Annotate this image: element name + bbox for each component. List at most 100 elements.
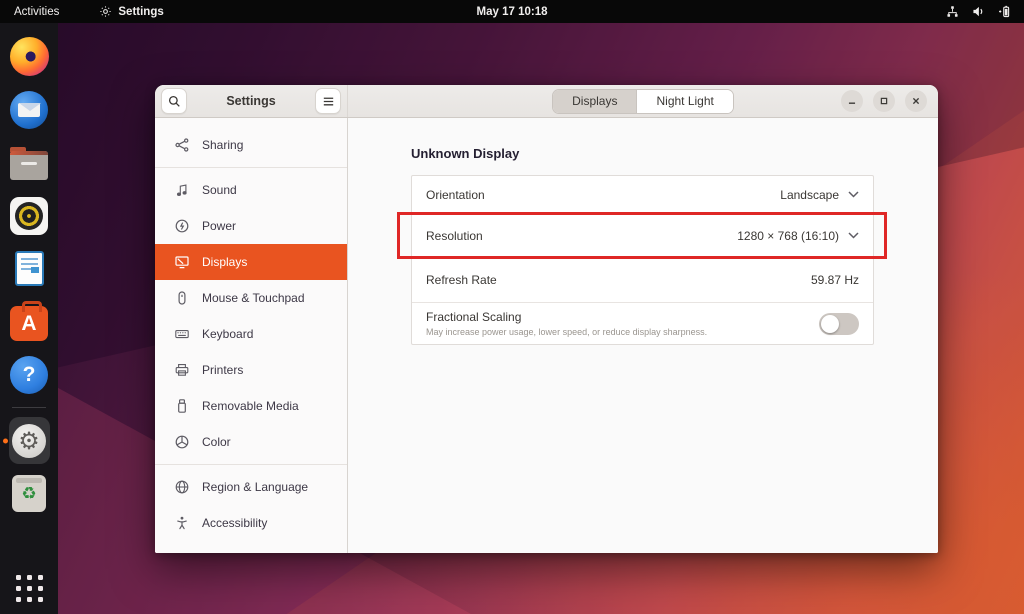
network-icon <box>945 4 960 19</box>
removable-media-icon <box>174 398 190 414</box>
sidebar-label: Mouse & Touchpad <box>202 291 305 305</box>
help-icon: ? <box>10 356 48 394</box>
resolution-label: Resolution <box>426 229 483 243</box>
sidebar-item-users[interactable]: Users <box>155 541 347 553</box>
files-icon <box>10 151 48 180</box>
desktop: Activities Settings May 17 10:18 A ? ⚙ ♻ <box>0 0 1024 614</box>
tab-night-light[interactable]: Night Light <box>636 90 732 113</box>
dock-item-rhythmbox[interactable] <box>9 195 50 236</box>
close-icon <box>909 94 923 108</box>
orientation-value: Landscape <box>780 188 839 202</box>
maximize-icon <box>877 94 891 108</box>
headerbar: Settings Displays Night Light <box>155 85 938 118</box>
chevron-down-icon <box>848 191 859 198</box>
fractional-scaling-label: Fractional Scaling <box>426 310 707 324</box>
top-bar: Activities Settings May 17 10:18 <box>0 0 1024 23</box>
sidebar-label: Displays <box>202 255 247 269</box>
sharing-icon <box>174 137 190 153</box>
headerbar-sidebar-section: Settings <box>155 85 348 117</box>
sidebar-item-mouse-touchpad[interactable]: Mouse & Touchpad <box>155 280 347 316</box>
display-settings-list: Orientation Landscape Resolution 1280 × … <box>411 175 874 345</box>
sidebar-label: Sound <box>202 183 237 197</box>
sidebar-item-sound[interactable]: Sound <box>155 172 347 208</box>
sidebar-label: Removable Media <box>202 399 299 413</box>
fractional-scaling-subtitle: May increase power usage, lower speed, o… <box>426 327 707 337</box>
sidebar-item-color[interactable]: Color <box>155 424 347 460</box>
dock-item-ubuntu-software[interactable]: A <box>9 301 50 342</box>
search-button[interactable] <box>161 88 187 114</box>
users-icon <box>174 551 190 553</box>
sidebar-label: Region & Language <box>202 480 308 494</box>
battery-icon <box>997 4 1012 19</box>
gear-icon <box>99 5 112 18</box>
fractional-scaling-toggle[interactable] <box>819 313 859 335</box>
color-icon <box>174 434 190 450</box>
dock-item-files[interactable] <box>9 142 50 183</box>
sidebar-label: Keyboard <box>202 327 253 341</box>
firefox-icon <box>10 37 49 76</box>
volume-icon <box>971 4 986 19</box>
refresh-rate-label: Refresh Rate <box>426 273 497 287</box>
sidebar-item-sharing[interactable]: Sharing <box>155 127 347 163</box>
clock[interactable]: May 17 10:18 <box>477 6 548 18</box>
libreoffice-writer-icon <box>15 251 44 286</box>
sidebar-item-printers[interactable]: Printers <box>155 352 347 388</box>
dock-item-help[interactable]: ? <box>9 354 50 395</box>
dock-item-thunderbird[interactable] <box>9 89 50 130</box>
mouse-icon <box>174 290 190 306</box>
power-icon <box>174 218 190 234</box>
show-applications-button[interactable] <box>16 575 43 602</box>
chevron-down-icon <box>848 232 859 239</box>
maximize-button[interactable] <box>873 90 895 112</box>
ubuntu-software-icon: A <box>10 306 48 341</box>
dock-item-firefox[interactable] <box>9 36 50 77</box>
dock-separator <box>12 407 46 408</box>
search-icon <box>167 94 182 109</box>
system-status-area[interactable] <box>945 4 1012 19</box>
dock-item-trash[interactable]: ♻ <box>9 473 50 514</box>
dock-item-libreoffice-writer[interactable] <box>9 248 50 289</box>
hamburger-icon <box>321 94 336 109</box>
sidebar-label: Accessibility <box>202 516 267 530</box>
display-section-title: Unknown Display <box>411 146 938 161</box>
sidebar-item-region-language[interactable]: Region & Language <box>155 469 347 505</box>
close-button[interactable] <box>905 90 927 112</box>
window-controls <box>841 90 927 112</box>
sidebar-separator <box>155 167 347 168</box>
rhythmbox-icon <box>10 197 48 235</box>
sidebar-separator <box>155 464 347 465</box>
displays-icon <box>174 254 190 270</box>
globe-icon <box>174 479 190 495</box>
window-body: Sharing Sound Power Displays Mouse <box>155 118 938 553</box>
sidebar: Sharing Sound Power Displays Mouse <box>155 118 348 553</box>
orientation-label: Orientation <box>426 188 485 202</box>
resolution-row[interactable]: Resolution 1280 × 768 (16:10) <box>412 213 873 257</box>
keyboard-icon <box>174 326 190 342</box>
dock-item-settings[interactable]: ⚙ <box>9 420 50 461</box>
menu-button[interactable] <box>315 88 341 114</box>
sidebar-item-keyboard[interactable]: Keyboard <box>155 316 347 352</box>
refresh-rate-value: 59.87 Hz <box>811 273 859 287</box>
fractional-scaling-row: Fractional Scaling May increase power us… <box>412 302 873 344</box>
minimize-icon <box>845 94 859 108</box>
focused-app-label: Settings <box>118 6 163 18</box>
sidebar-item-displays[interactable]: Displays <box>155 244 347 280</box>
activities-button[interactable]: Activities <box>14 6 59 18</box>
minimize-button[interactable] <box>841 90 863 112</box>
tab-displays[interactable]: Displays <box>553 90 636 113</box>
sidebar-label: Printers <box>202 363 243 377</box>
sidebar-item-accessibility[interactable]: Accessibility <box>155 505 347 541</box>
headerbar-main-section: Displays Night Light <box>348 85 938 117</box>
settings-window: Settings Displays Night Light <box>155 85 938 553</box>
sidebar-label: Color <box>202 435 231 449</box>
sidebar-item-removable-media[interactable]: Removable Media <box>155 388 347 424</box>
sidebar-label: Sharing <box>202 138 243 152</box>
sound-icon <box>174 182 190 198</box>
settings-icon: ⚙ <box>9 417 50 464</box>
sidebar-item-power[interactable]: Power <box>155 208 347 244</box>
sidebar-label: Users <box>202 552 233 553</box>
focused-app-menu[interactable]: Settings <box>99 5 163 18</box>
running-indicator-dot <box>3 438 8 443</box>
resolution-value: 1280 × 768 (16:10) <box>737 229 839 243</box>
orientation-row[interactable]: Orientation Landscape <box>412 176 873 213</box>
